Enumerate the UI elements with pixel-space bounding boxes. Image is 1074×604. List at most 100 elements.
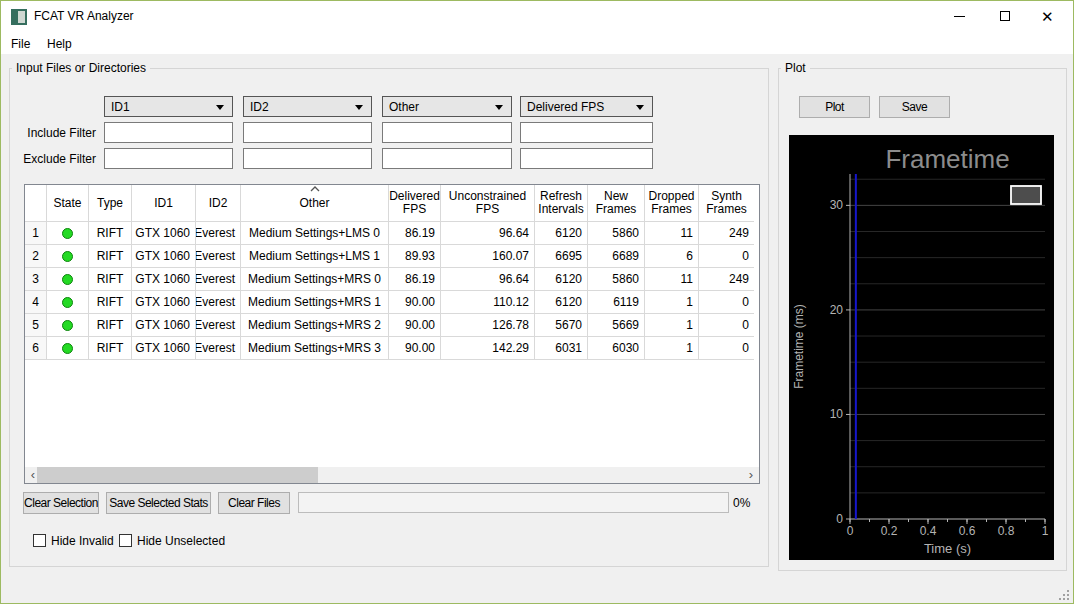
synth-frames-cell: 0 xyxy=(699,337,754,360)
other-cell: Medium Settings+LMS 1 xyxy=(241,245,389,268)
exclude-filter-input-2[interactable] xyxy=(243,148,372,169)
refresh-intervals-cell: 5670 xyxy=(535,314,588,337)
row-number: 2 xyxy=(25,245,47,268)
refresh-intervals-cell: 6120 xyxy=(535,268,588,291)
delivered-fps-cell: 90.00 xyxy=(389,337,441,360)
dropped-frames-cell: 11 xyxy=(645,268,699,291)
title-bar: FCAT VR Analyzer ✕ xyxy=(1,1,1073,32)
id2-cell: Everest xyxy=(196,314,241,337)
column-header-type[interactable]: Type xyxy=(89,185,132,222)
column-header-unconstrained-fps[interactable]: Unconstrained FPS xyxy=(441,185,535,222)
id2-cell: Everest xyxy=(196,245,241,268)
green-circle-icon xyxy=(62,228,73,239)
save-selected-stats-button[interactable]: Save Selected Stats xyxy=(106,492,211,514)
column-header-id2[interactable]: ID2 xyxy=(196,185,241,222)
new-frames-cell: 5669 xyxy=(588,314,645,337)
scroll-right-icon[interactable]: › xyxy=(743,467,759,483)
resize-grip-icon[interactable] xyxy=(1059,590,1069,600)
exclude-filter-input-1[interactable] xyxy=(104,148,233,169)
column-header-state[interactable]: State xyxy=(47,185,89,222)
table-row[interactable]: 5RIFTGTX 1060EverestMedium Settings+MRS … xyxy=(25,314,759,337)
synth-frames-cell: 0 xyxy=(699,245,754,268)
delivered-fps-cell: 86.19 xyxy=(389,268,441,291)
table-row[interactable]: 4RIFTGTX 1060EverestMedium Settings+MRS … xyxy=(25,291,759,314)
plot-button[interactable]: Plot xyxy=(799,96,870,118)
state-cell xyxy=(47,268,89,291)
exclude-filter-input-3[interactable] xyxy=(382,148,512,169)
svg-text:Frametime: Frametime xyxy=(885,144,1009,174)
maximize-button[interactable] xyxy=(982,1,1028,32)
synth-frames-cell: 249 xyxy=(699,222,754,245)
column-header-dropped-frames[interactable]: Dropped Frames xyxy=(645,185,699,222)
clear-files-button[interactable]: Clear Files xyxy=(218,492,290,514)
svg-text:0.8: 0.8 xyxy=(998,524,1015,538)
column-header-synth-frames[interactable]: Synth Frames xyxy=(699,185,754,222)
refresh-intervals-cell: 6120 xyxy=(535,222,588,245)
green-circle-icon xyxy=(62,297,73,308)
chevron-down-icon xyxy=(355,105,363,110)
include-filter-label: Include Filter xyxy=(10,126,96,140)
corner-header xyxy=(25,185,47,222)
new-frames-cell: 5860 xyxy=(588,268,645,291)
green-circle-icon xyxy=(62,320,73,331)
column-header-new-frames[interactable]: New Frames xyxy=(588,185,645,222)
column-header-other[interactable]: Other xyxy=(241,185,389,222)
new-frames-cell: 6119 xyxy=(588,291,645,314)
column-dropdown-2[interactable]: ID2 xyxy=(243,96,372,117)
clear-selection-button[interactable]: Clear Selection xyxy=(23,492,99,514)
delivered-fps-cell: 86.19 xyxy=(389,222,441,245)
column-dropdown-1[interactable]: ID1 xyxy=(104,96,233,117)
svg-text:20: 20 xyxy=(830,303,844,317)
menu-bar: File Help xyxy=(1,32,1073,54)
dropdown-value: Delivered FPS xyxy=(527,100,604,114)
other-cell: Medium Settings+LMS 0 xyxy=(241,222,389,245)
table-row[interactable]: 6RIFTGTX 1060EverestMedium Settings+MRS … xyxy=(25,337,759,360)
delivered-fps-cell: 90.00 xyxy=(389,314,441,337)
unconstrained-fps-cell: 126.78 xyxy=(441,314,535,337)
row-number: 1 xyxy=(25,222,47,245)
hide-invalid-checkbox[interactable] xyxy=(33,534,46,547)
close-button[interactable]: ✕ xyxy=(1027,1,1073,32)
dropped-frames-cell: 1 xyxy=(645,314,699,337)
column-dropdown-3[interactable]: Other xyxy=(382,96,512,117)
plot-groupbox-title: Plot xyxy=(781,61,810,75)
other-cell: Medium Settings+MRS 1 xyxy=(241,291,389,314)
exclude-filter-label: Exclude Filter xyxy=(10,152,96,166)
dropdown-value: ID1 xyxy=(111,100,130,114)
svg-text:0: 0 xyxy=(847,524,854,538)
column-dropdown-4[interactable]: Delivered FPS xyxy=(520,96,653,117)
input-files-groupbox: Input Files or Directories ID1ID2OtherDe… xyxy=(9,68,769,567)
input-files-groupbox-title: Input Files or Directories xyxy=(12,61,150,75)
include-filter-input-4[interactable] xyxy=(520,122,653,143)
exclude-filter-input-4[interactable] xyxy=(520,148,653,169)
id1-cell: GTX 1060 xyxy=(132,291,196,314)
close-icon: ✕ xyxy=(1041,9,1054,24)
scrollbar-thumb[interactable] xyxy=(37,467,318,483)
menu-item-file[interactable]: File xyxy=(9,36,32,52)
svg-text:Frametime (ms): Frametime (ms) xyxy=(792,304,806,389)
horizontal-scrollbar[interactable]: ‹ › xyxy=(25,467,759,483)
include-filter-input-3[interactable] xyxy=(382,122,512,143)
hide-unselected-checkbox[interactable] xyxy=(119,534,132,547)
include-filter-input-1[interactable] xyxy=(104,122,233,143)
svg-text:0: 0 xyxy=(836,512,843,526)
menu-item-help[interactable]: Help xyxy=(45,36,74,52)
column-header-delivered-fps[interactable]: Delivered FPS xyxy=(389,185,441,222)
fcat-app-icon xyxy=(11,9,27,25)
sort-ascending-icon xyxy=(310,186,320,192)
unconstrained-fps-cell: 96.64 xyxy=(441,268,535,291)
id1-cell: GTX 1060 xyxy=(132,245,196,268)
row-number: 5 xyxy=(25,314,47,337)
table-row[interactable]: 2RIFTGTX 1060EverestMedium Settings+LMS … xyxy=(25,245,759,268)
maximize-icon xyxy=(1000,11,1010,21)
table-row[interactable]: 1RIFTGTX 1060EverestMedium Settings+LMS … xyxy=(25,222,759,245)
table-row[interactable]: 3RIFTGTX 1060EverestMedium Settings+MRS … xyxy=(25,268,759,291)
column-header-id1[interactable]: ID1 xyxy=(132,185,196,222)
column-header-refresh-intervals[interactable]: Refresh Intervals xyxy=(535,185,588,222)
dropped-frames-cell: 6 xyxy=(645,245,699,268)
save-button[interactable]: Save xyxy=(879,96,950,118)
id2-cell: Everest xyxy=(196,291,241,314)
include-filter-input-2[interactable] xyxy=(243,122,372,143)
minimize-button[interactable] xyxy=(936,1,982,32)
id1-cell: GTX 1060 xyxy=(132,337,196,360)
